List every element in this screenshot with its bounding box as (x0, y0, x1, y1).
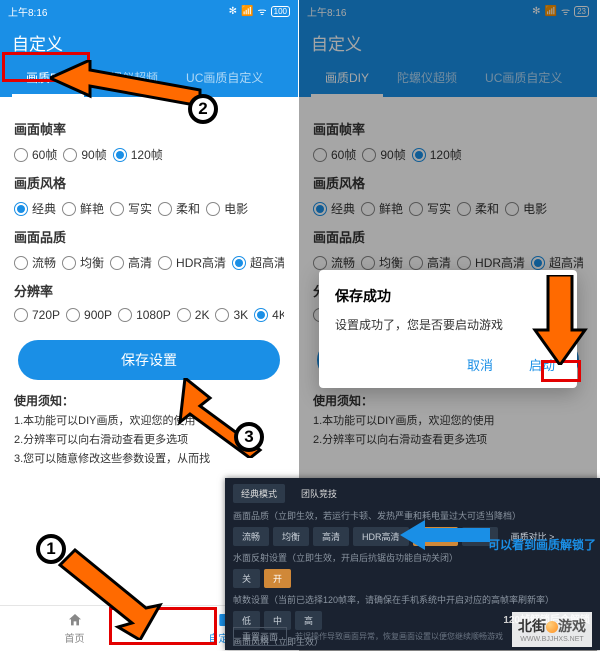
radio-classic[interactable]: 经典 (14, 200, 56, 217)
dialog-message: 设置成功了，您是否要启动游戏 (335, 316, 561, 333)
radio-60fps[interactable]: 60帧 (14, 146, 57, 163)
arrow-blue (400, 520, 490, 550)
quality-options: 流畅 均衡 高清 HDR高清 超高清 (14, 254, 284, 271)
reset-note: 若误操作导致画面异常，恢复画面设置以便您继续顺畅游戏 (295, 631, 503, 642)
save-button[interactable]: 保存设置 (18, 340, 280, 380)
game-fps-label: 帧数设置（当前已选择120帧率，请确保在手机系统中开启对应的高帧率刷新率） (225, 591, 600, 608)
radio-90fps[interactable]: 90帧 (63, 146, 106, 163)
watermark-logo: 北街游戏 WWW.BJJHXS.NET (512, 612, 592, 647)
radio-hdr[interactable]: HDR高清 (158, 254, 226, 271)
badge-2: 2 (188, 94, 218, 124)
label-style: 画质风格 (14, 173, 284, 192)
game-tab-team[interactable]: 团队竞技 (293, 484, 345, 503)
radio-real[interactable]: 写实 (110, 200, 152, 217)
badge-3: 3 (234, 422, 264, 452)
resolution-options: 720P 900P 1080P 2K 3K 4K (14, 308, 284, 322)
radio-balanced[interactable]: 均衡 (62, 254, 104, 271)
battery-icon: 100 (271, 6, 290, 17)
wifi-icon: ᯤ (258, 4, 267, 18)
game-tab-classic[interactable]: 经典模式 (233, 484, 285, 503)
arrow-launch (530, 275, 590, 365)
radio-2k[interactable]: 2K (177, 308, 210, 322)
chip-off[interactable]: 关 (233, 569, 260, 588)
radio-vivid[interactable]: 鲜艳 (62, 200, 104, 217)
radio-uhd[interactable]: 超高清 (232, 254, 284, 271)
chip-balanced[interactable]: 均衡 (273, 527, 309, 546)
bluetooth-icon: ✻ (229, 6, 237, 17)
arrow-step3 (170, 378, 290, 458)
framerate-options: 60帧 90帧 120帧 (14, 146, 284, 163)
radio-4k[interactable]: 4K (254, 308, 284, 322)
unlock-annotation: 可以看到画质解锁了 (488, 536, 596, 553)
radio-soft[interactable]: 柔和 (158, 200, 200, 217)
reset-button[interactable]: 重置画面 (233, 627, 287, 646)
chip-on[interactable]: 开 (264, 569, 291, 588)
radio-movie[interactable]: 电影 (206, 200, 248, 217)
badge-1: 1 (36, 534, 66, 564)
style-options: 经典 鲜艳 写实 柔和 电影 (14, 200, 284, 217)
label-quality: 画面品质 (14, 227, 284, 246)
label-resolution: 分辨率 (14, 281, 284, 300)
dialog-title: 保存成功 (335, 286, 561, 306)
status-icons: ✻ 📶 ᯤ 100 (229, 4, 290, 18)
radio-1080p[interactable]: 1080P (118, 308, 171, 322)
logo-icon (546, 621, 558, 633)
status-bar: 上午8:16 ✻ 📶 ᯤ 100 (0, 0, 298, 22)
page-title: 自定义 (12, 26, 286, 61)
chip-hd[interactable]: 高清 (313, 527, 349, 546)
radio-900p[interactable]: 900P (66, 308, 112, 322)
status-time: 上午8:16 (8, 4, 47, 19)
cancel-button[interactable]: 取消 (461, 351, 499, 378)
radio-720p[interactable]: 720P (14, 308, 60, 322)
radio-smooth[interactable]: 流畅 (14, 254, 56, 271)
chip-smooth[interactable]: 流畅 (233, 527, 269, 546)
arrow-step2 (50, 60, 210, 130)
signal-icon: 📶 (241, 6, 253, 17)
radio-hd[interactable]: 高清 (110, 254, 152, 271)
radio-120fps[interactable]: 120帧 (113, 146, 163, 163)
radio-3k[interactable]: 3K (215, 308, 248, 322)
